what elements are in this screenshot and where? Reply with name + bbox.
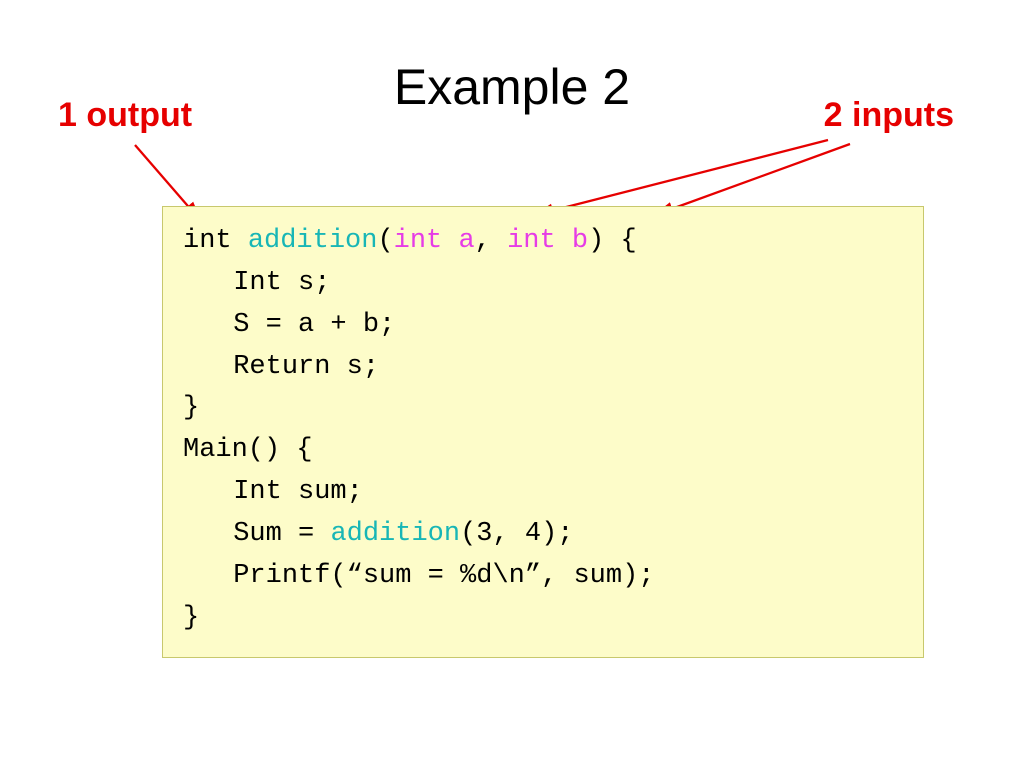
l8-pre: Sum = — [233, 519, 330, 549]
code-line-7: Int sum; — [183, 472, 903, 514]
code-line-6: Main() { — [183, 430, 903, 472]
code-line-2: Int s; — [183, 263, 903, 305]
label-output: 1 output — [58, 96, 192, 135]
code-line-4: Return s; — [183, 347, 903, 389]
code-line-1: int addition(int a, int b) { — [183, 221, 903, 263]
keyword-int: int — [183, 226, 232, 256]
label-inputs: 2 inputs — [824, 96, 954, 135]
code-block: int addition(int a, int b) { Int s; S = … — [162, 206, 924, 658]
code-line-9: Printf(“sum = %d\n”, sum); — [183, 556, 903, 598]
code-line-10: } — [183, 598, 903, 640]
l8-post: (3, 4); — [460, 519, 573, 549]
code-line-8: Sum = addition(3, 4); — [183, 514, 903, 556]
param-b: int b — [507, 226, 588, 256]
fn-call: addition — [330, 519, 460, 549]
code-line-5: } — [183, 388, 903, 430]
param-sep: , — [475, 226, 491, 256]
code-line-3: S = a + b; — [183, 305, 903, 347]
param-a: int a — [394, 226, 475, 256]
fn-name: addition — [248, 226, 378, 256]
line1-tail: ) { — [588, 226, 637, 256]
